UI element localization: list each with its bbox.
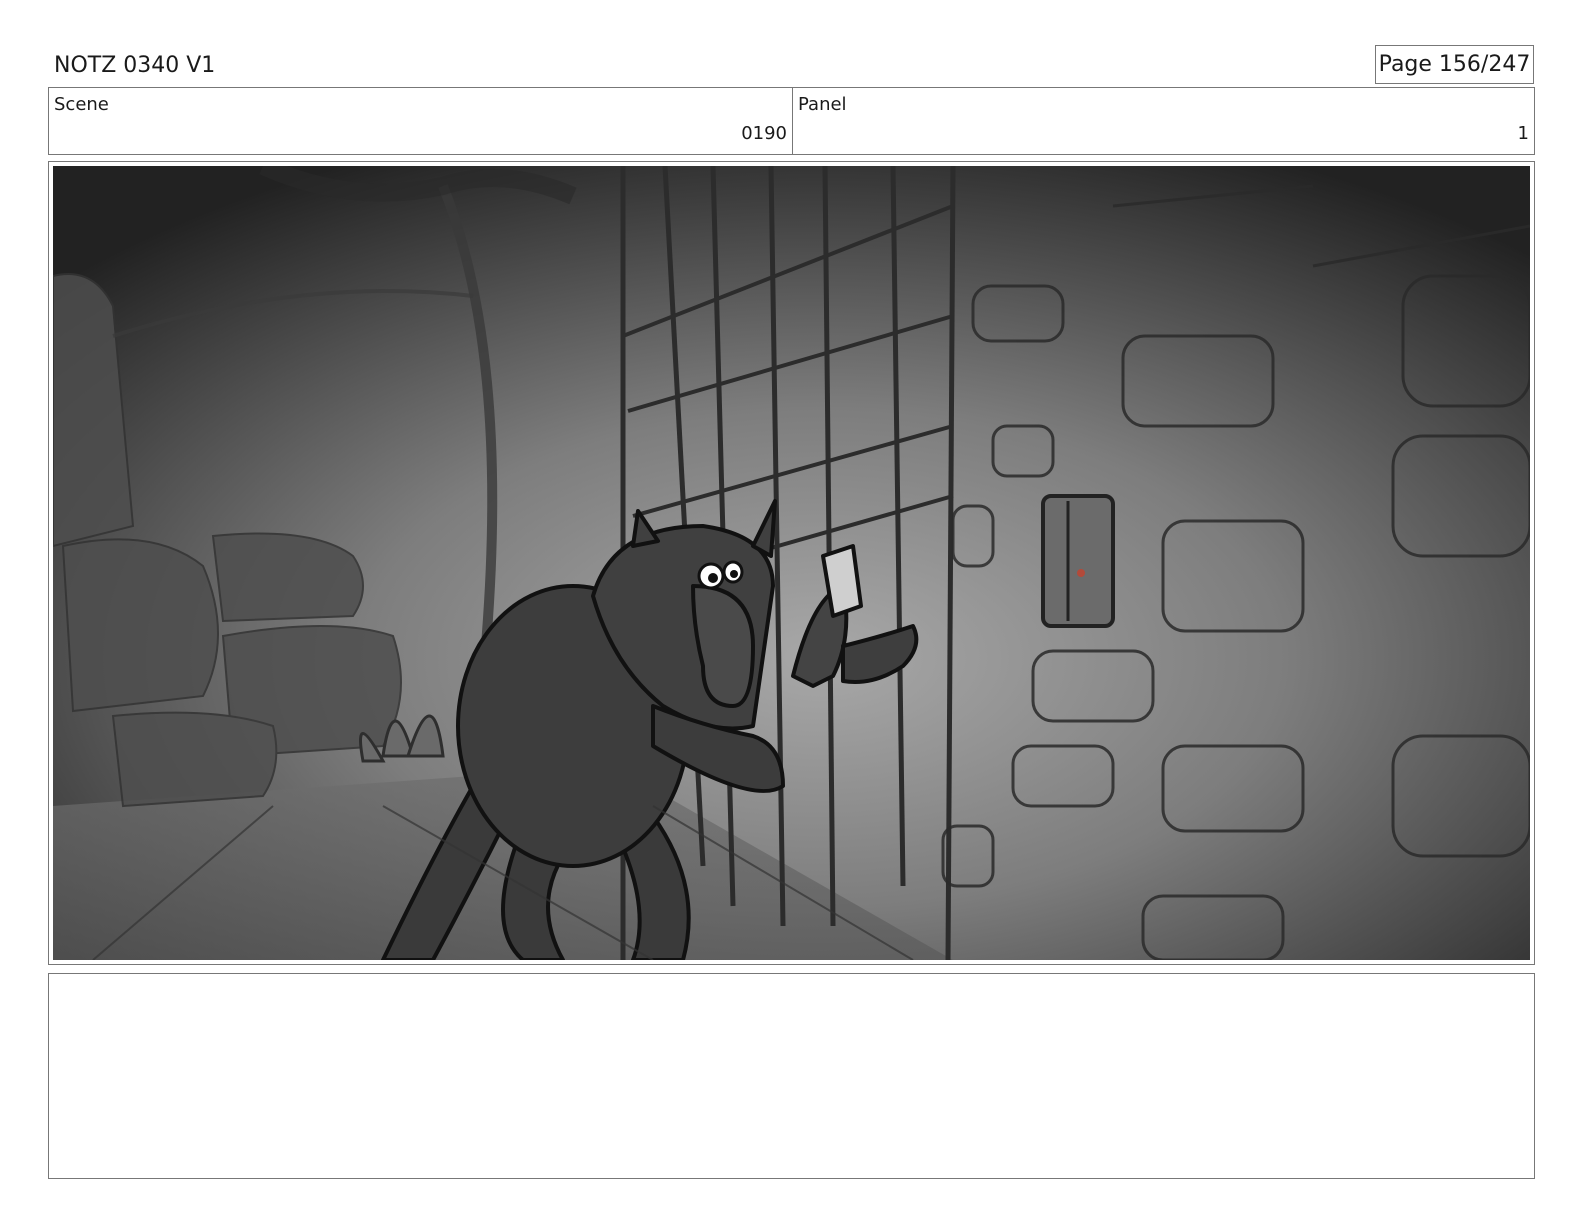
scene-number: 0190 xyxy=(741,123,787,144)
scene-label: Scene xyxy=(54,94,109,115)
page-number: Page 156/247 xyxy=(1375,45,1534,84)
scene-cell: Scene 0190 xyxy=(49,88,793,154)
wall-keypad xyxy=(1041,494,1115,628)
notes-area xyxy=(48,973,1535,1179)
document-title: NOTZ 0340 V1 xyxy=(54,53,216,78)
panel-label: Panel xyxy=(798,94,847,115)
panel-number: 1 xyxy=(1517,123,1529,144)
sketch-illustration xyxy=(53,166,1530,960)
scene-panel-row: Scene 0190 Panel 1 xyxy=(48,87,1535,155)
storyboard-frame xyxy=(48,161,1535,965)
storyboard-image xyxy=(53,166,1530,960)
panel-cell: Panel 1 xyxy=(793,88,1534,154)
